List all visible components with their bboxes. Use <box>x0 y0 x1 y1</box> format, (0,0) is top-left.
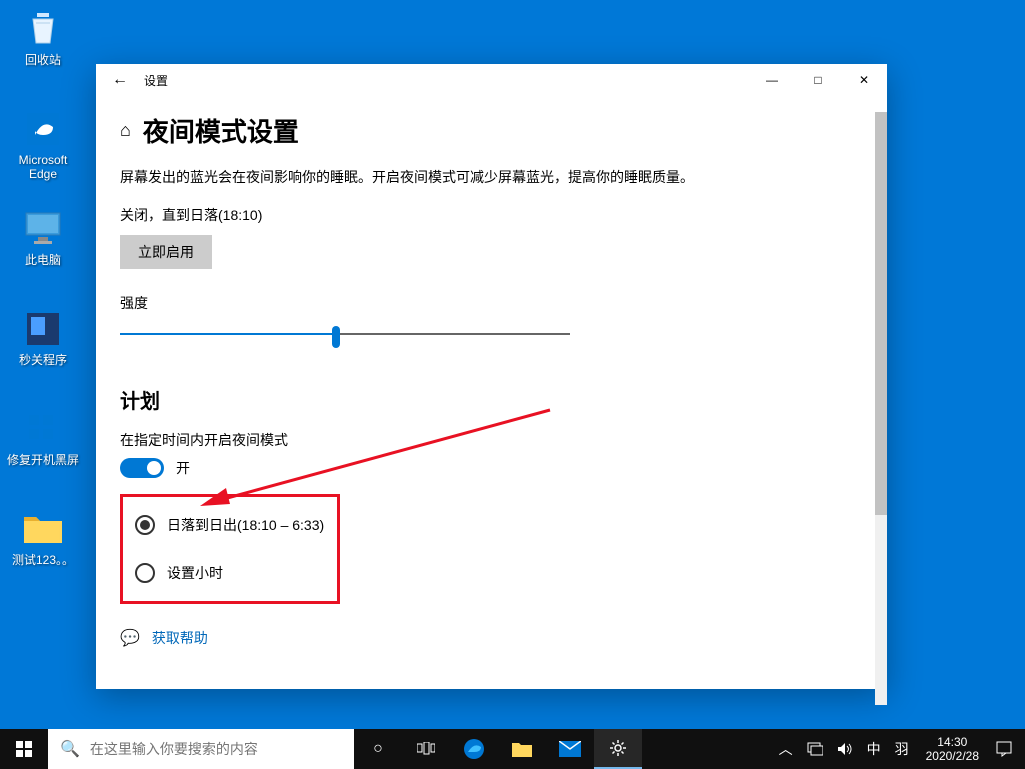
taskbar: 🔍 ○ ︿ 中 羽 14:30 2020/2/28 <box>0 729 1025 769</box>
desktop-icon-edge[interactable]: Microsoft Edge <box>6 108 80 181</box>
status-text: 关闭，直到日落(18:10) <box>120 205 863 225</box>
page-heading: 夜间模式设置 <box>143 112 299 149</box>
desktop-icon-repair[interactable]: 修复开机黑屏 <box>6 408 80 467</box>
show-desktop-button[interactable] <box>1019 729 1025 769</box>
annotation-highlight-box: 日落到日出(18:10 – 6:33) 设置小时 <box>120 494 340 604</box>
desktop-icon-label: 此电脑 <box>6 253 80 267</box>
enable-now-button[interactable]: 立即启用 <box>120 235 212 269</box>
radio-icon <box>135 563 155 583</box>
home-icon[interactable]: ⌂ <box>120 120 131 141</box>
back-button[interactable]: ← <box>96 71 144 89</box>
maximize-button[interactable]: □ <box>795 64 841 96</box>
taskbar-clock[interactable]: 14:30 2020/2/28 <box>916 735 989 763</box>
radio-sunset-sunrise[interactable]: 日落到日出(18:10 – 6:33) <box>131 509 329 541</box>
tray-ime-lang[interactable]: 中 <box>860 729 888 769</box>
desktop-icon-shutdown[interactable]: 秒关程序 <box>6 308 80 367</box>
action-center-icon[interactable] <box>989 729 1019 769</box>
folder-icon <box>22 508 64 550</box>
tray-volume-icon[interactable] <box>830 729 860 769</box>
radio-label: 日落到日出(18:10 – 6:33) <box>167 515 324 535</box>
cortana-button[interactable]: ○ <box>354 729 402 769</box>
toggle-label: 开 <box>176 458 190 478</box>
desktop-icon-label: Microsoft Edge <box>6 153 80 181</box>
settings-content: ⌂ 夜间模式设置 屏幕发出的蓝光会在夜间影响你的睡眠。开启夜间模式可减少屏幕蓝光… <box>96 112 887 705</box>
radio-set-hours[interactable]: 设置小时 <box>131 557 329 589</box>
page-description: 屏幕发出的蓝光会在夜间影响你的睡眠。开启夜间模式可减少屏幕蓝光，提高你的睡眠质量… <box>120 167 863 187</box>
settings-window: ← 设置 — □ ✕ ⌂ 夜间模式设置 屏幕发出的蓝光会在夜间影响你的睡眠。开启… <box>96 64 887 689</box>
clock-date: 2020/2/28 <box>926 749 979 763</box>
start-button[interactable] <box>0 729 48 769</box>
schedule-subtitle: 在指定时间内开启夜间模式 <box>120 430 863 450</box>
app-icon <box>22 308 64 350</box>
system-tray: ︿ 中 羽 14:30 2020/2/28 <box>772 729 1025 769</box>
window-title: 设置 <box>144 72 168 89</box>
desktop-icon-label: 修复开机黑屏 <box>6 453 80 467</box>
search-input[interactable] <box>90 741 342 757</box>
radio-icon <box>135 515 155 535</box>
taskbar-search[interactable]: 🔍 <box>48 729 354 769</box>
desktop-icon-label: 测试123。。 <box>6 553 80 567</box>
tray-chevron-icon[interactable]: ︿ <box>772 729 800 769</box>
slider-thumb[interactable] <box>332 326 340 348</box>
desktop-icon-label: 秒关程序 <box>6 353 80 367</box>
taskbar-explorer[interactable] <box>498 729 546 769</box>
recyclebin-icon <box>22 8 64 50</box>
close-button[interactable]: ✕ <box>841 64 887 96</box>
clock-time: 14:30 <box>926 735 979 749</box>
intensity-slider[interactable] <box>120 321 570 349</box>
get-help-link[interactable]: 获取帮助 <box>152 628 208 648</box>
monitor-icon <box>22 208 64 250</box>
edge-icon <box>22 108 64 150</box>
desktop-icon-folder[interactable]: 测试123。。 <box>6 508 80 567</box>
taskbar-settings[interactable] <box>594 729 642 769</box>
intensity-label: 强度 <box>120 293 863 313</box>
search-icon: 🔍 <box>60 739 80 759</box>
taskbar-edge[interactable] <box>450 729 498 769</box>
minimize-button[interactable]: — <box>749 64 795 96</box>
radio-label: 设置小时 <box>167 563 223 583</box>
app-icon <box>22 408 64 450</box>
schedule-toggle[interactable] <box>120 458 164 478</box>
schedule-heading: 计划 <box>120 385 863 414</box>
desktop-icon-label: 回收站 <box>6 53 80 67</box>
tray-ime-mode[interactable]: 羽 <box>888 729 916 769</box>
scrollbar[interactable] <box>875 112 887 705</box>
tray-network-icon[interactable] <box>800 729 830 769</box>
help-icon: 💬 <box>120 628 140 648</box>
desktop-icon-recyclebin[interactable]: 回收站 <box>6 8 80 67</box>
scrollbar-thumb[interactable] <box>875 112 887 515</box>
taskbar-mail[interactable] <box>546 729 594 769</box>
desktop-icon-thispc[interactable]: 此电脑 <box>6 208 80 267</box>
titlebar: ← 设置 — □ ✕ <box>96 64 887 96</box>
taskview-button[interactable] <box>402 729 450 769</box>
